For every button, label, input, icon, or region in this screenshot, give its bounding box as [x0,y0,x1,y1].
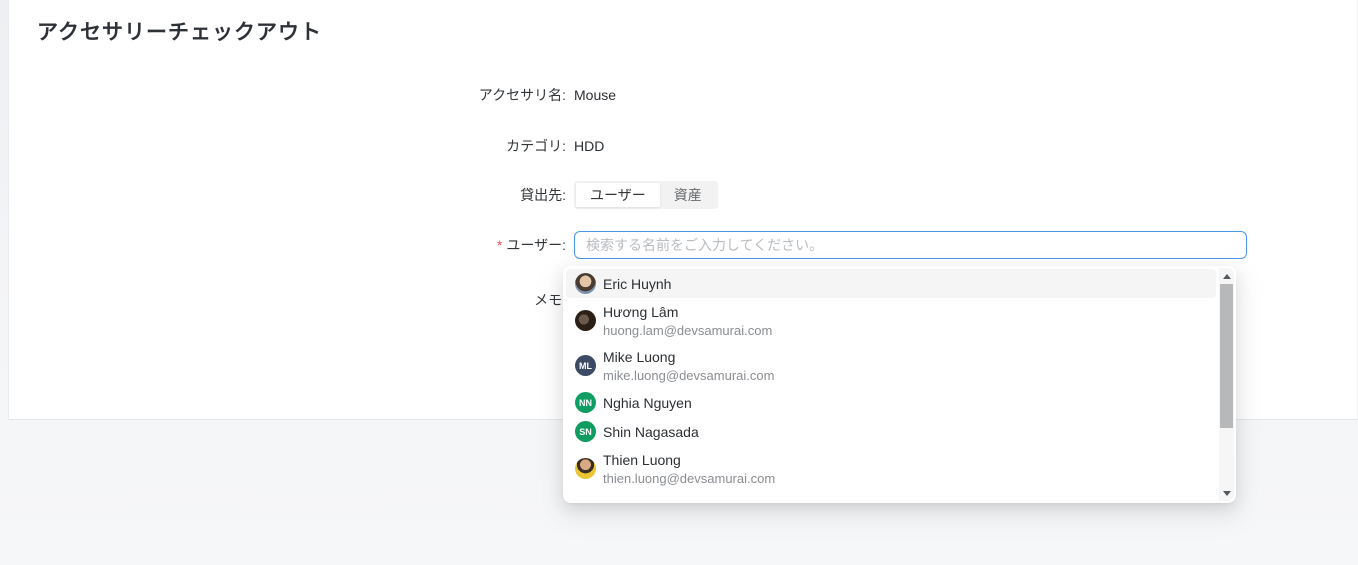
accessory-name-value: Mouse [574,85,616,105]
avatar: NN [575,392,596,413]
scroll-up-arrow-icon[interactable] [1219,268,1234,284]
category-row: カテゴリ: HDD [9,136,1357,156]
segment-asset[interactable]: 資産 [660,183,716,207]
avatar: ML [575,355,596,376]
note-label: メモ: [9,290,566,310]
user-label-text: ユーザー: [506,237,566,253]
user-row: *ユーザー: 検索する名前をご入力してください。 [9,231,1357,259]
user-option-huong-lam[interactable]: Hương Lâm huong.lam@devsamurai.com [566,298,1216,343]
avatar [575,310,596,331]
accessory-name-label: アクセサリ名: [9,85,566,105]
user-label: *ユーザー: [9,231,566,259]
avatar [575,458,596,479]
user-option-thien-luong[interactable]: Thien Luong thien.luong@devsamurai.com [566,446,1216,491]
user-option-nghia-nguyen[interactable]: NN Nghia Nguyen [566,388,1216,417]
scrollbar-thumb[interactable] [1220,284,1233,428]
user-search-input[interactable]: 検索する名前をご入力してください。 [574,231,1247,259]
user-search-placeholder: 検索する名前をご入力してください。 [586,235,823,255]
category-value: HDD [574,136,604,156]
user-option-email: mike.luong@devsamurai.com [603,367,774,384]
user-option-name: Hương Lâm [603,302,772,322]
user-option-name: Thien Luong [603,450,775,470]
user-option-name: Mike Luong [603,347,774,367]
user-option-shin-nagasada[interactable]: SN Shin Nagasada [566,417,1216,446]
user-option-name: Eric Huynh [603,274,671,294]
user-option-mike-luong[interactable]: ML Mike Luong mike.luong@devsamurai.com [566,343,1216,388]
segment-user[interactable]: ユーザー [576,183,660,207]
category-label: カテゴリ: [9,136,566,156]
dropdown-scrollbar[interactable] [1219,268,1234,501]
checkout-to-segmented: ユーザー 資産 [574,181,718,209]
avatar: SN [575,421,596,442]
checkout-to-row: 貸出先: ユーザー 資産 [9,181,1357,209]
checkout-to-label: 貸出先: [9,181,566,209]
accessory-name-row: アクセサリ名: Mouse [9,85,1357,105]
avatar [575,273,596,294]
user-select-dropdown: Eric Huynh Hương Lâm huong.lam@devsamura… [563,266,1236,503]
user-option-email: thien.luong@devsamurai.com [603,470,775,487]
user-option-name: Nghia Nguyen [603,393,692,413]
user-option-email: huong.lam@devsamurai.com [603,322,772,339]
scroll-down-arrow-icon[interactable] [1219,485,1234,501]
page-title: アクセサリーチェックアウト [37,16,322,46]
required-mark: * [497,237,502,253]
user-option-name: Shin Nagasada [603,422,699,442]
user-option-eric-huynh[interactable]: Eric Huynh [566,269,1216,298]
